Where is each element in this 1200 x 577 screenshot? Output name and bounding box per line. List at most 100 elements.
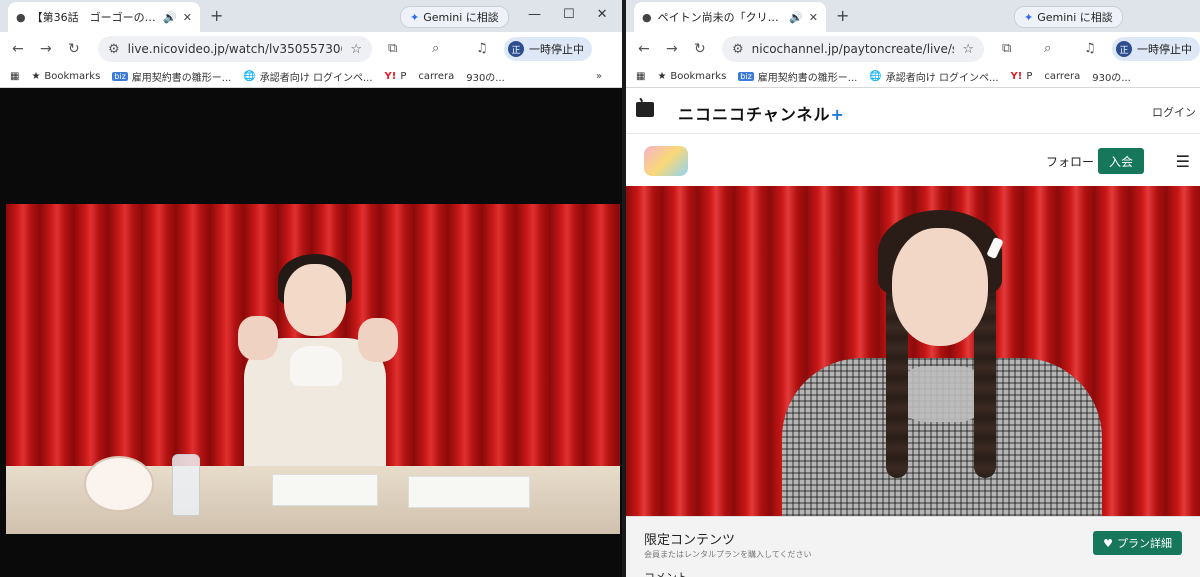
profile-paused-chip[interactable]: 正 一時停止中 <box>1112 37 1200 61</box>
bookmark-item[interactable]: 930の... <box>1092 69 1131 84</box>
script-paper <box>408 476 530 508</box>
tab-bar: ● 【第36話 ゴーゴーのんっ！】 🔊 ✕ + ✦ Gemini に相談 — ☐… <box>0 0 622 32</box>
new-tab-button[interactable]: + <box>210 6 223 25</box>
streamer-face <box>284 264 346 336</box>
streamer-face <box>892 228 988 346</box>
bookmark-item[interactable]: ★ Bookmarks <box>657 71 726 82</box>
profile-paused-chip[interactable]: 正 一時停止中 <box>504 37 592 61</box>
right-browser-window: ● ペイトン尚未の「クリエイト倶楽」 🔊 ✕ + ✦ Gemini に相談 ← … <box>626 0 1200 577</box>
audio-playing-icon[interactable]: 🔊 <box>789 11 803 24</box>
biz-icon: biz <box>738 72 754 81</box>
forward-arrow-icon[interactable]: → <box>666 41 678 57</box>
site-header: ニコニコチャンネル+ ログイン <box>626 88 1200 134</box>
site-info-icon[interactable]: ⚙ <box>732 42 744 57</box>
bookmark-star-icon[interactable]: ☆ <box>350 42 362 57</box>
streamer-bow <box>290 346 342 386</box>
maximize-icon[interactable]: ☐ <box>563 7 575 22</box>
bookmark-item[interactable]: ★ Bookmarks <box>31 71 100 82</box>
channel-logo[interactable] <box>644 146 688 176</box>
bookmark-item[interactable]: Y! P <box>385 71 407 82</box>
brand-name: ニコニコチャンネル <box>678 105 831 124</box>
apps-grid-icon[interactable]: ▦ <box>10 71 19 82</box>
media-controls-icon[interactable]: ♫ <box>1084 41 1096 56</box>
bookmark-item[interactable]: carrera <box>1044 71 1080 82</box>
gemini-sparkle-icon: ✦ <box>410 10 420 24</box>
back-arrow-icon[interactable]: ← <box>638 41 650 57</box>
bookmarks-bar: ▦ ★ Bookmarks biz 雇用契約書の雛形ー... 🌐 承認者向け ログイン… <box>0 66 622 88</box>
tab-title: ペイトン尚未の「クリエイト倶楽」 <box>657 11 783 24</box>
bookmark-label: 雇用契約書の雛形ー... <box>757 73 858 84</box>
url-text: nicochannel.jp/paytoncreate/live/smm... <box>751 42 955 56</box>
gemini-button[interactable]: ✦ Gemini に相談 <box>400 6 509 28</box>
left-browser-window: ● 【第36話 ゴーゴーのんっ！】 🔊 ✕ + ✦ Gemini に相談 — ☐… <box>0 0 622 577</box>
url-text: live.nicovideo.jp/watch/lv350557306 <box>127 42 343 56</box>
gemini-button[interactable]: ✦ Gemini に相談 <box>1014 6 1123 28</box>
reload-icon[interactable]: ↻ <box>68 41 80 57</box>
video-frame <box>6 204 620 534</box>
back-arrow-icon[interactable]: ← <box>12 41 24 57</box>
login-link[interactable]: ログイン <box>1152 104 1196 120</box>
tv-icon[interactable] <box>636 102 654 117</box>
bookmark-label: 承認者向け ログインペ... <box>259 73 373 84</box>
tab-close-icon[interactable]: ✕ <box>183 11 192 24</box>
profile-status-label: 一時停止中 <box>1137 43 1192 56</box>
mascot-plush <box>84 456 154 512</box>
bookmark-label: Bookmarks <box>44 71 101 82</box>
tab-close-icon[interactable]: ✕ <box>809 11 818 24</box>
bookmark-star-icon[interactable]: ☆ <box>962 42 974 57</box>
left-hand <box>238 316 278 360</box>
plan-details-label: プラン詳細 <box>1117 537 1172 550</box>
gemini-label: Gemini に相談 <box>423 11 499 24</box>
spray-bottle <box>172 454 200 516</box>
search-tabs-icon[interactable]: ⌕ <box>432 41 439 56</box>
members-only-panel: 限定コンテンツ 会員またはレンタルプランを購入してください ♥ プラン詳細 コメ… <box>626 516 1200 577</box>
brand-plus: + <box>830 105 845 124</box>
bookmark-label: carrera <box>1044 71 1081 82</box>
more-bookmarks-icon[interactable]: » <box>596 71 602 82</box>
close-window-icon[interactable]: ✕ <box>597 7 608 22</box>
avatar: 正 <box>508 41 524 57</box>
bookmark-item[interactable]: biz 雇用契約書の雛形ー... <box>112 69 231 84</box>
bookmark-item[interactable]: carrera <box>418 71 454 82</box>
search-tabs-icon[interactable]: ⌕ <box>1044 41 1051 56</box>
extensions-icon[interactable]: ⧉ <box>1002 41 1011 56</box>
tab-nicovideo-live[interactable]: ● 【第36話 ゴーゴーのんっ！】 🔊 ✕ <box>8 2 200 32</box>
bookmark-item[interactable]: biz 雇用契約書の雛形ー... <box>738 69 857 84</box>
site-info-icon[interactable]: ⚙ <box>108 42 120 57</box>
avatar: 正 <box>1116 41 1132 57</box>
bookmark-label: 雇用契約書の雛形ー... <box>131 73 232 84</box>
bookmark-label: 930の... <box>1092 73 1131 84</box>
brand-logo[interactable]: ニコニコチャンネル+ <box>678 101 845 125</box>
script-paper <box>272 474 378 506</box>
bookmark-item[interactable]: 930の... <box>466 69 505 84</box>
browser-toolbar: ← → ↻ ⚙ live.nicovideo.jp/watch/lv350557… <box>0 32 622 66</box>
streamer-figure <box>782 198 1102 516</box>
bookmark-item[interactable]: 🌐 承認者向け ログインペ... <box>243 69 372 84</box>
right-hand <box>358 318 398 362</box>
audio-playing-icon[interactable]: 🔊 <box>163 11 177 24</box>
reload-icon[interactable]: ↻ <box>694 41 706 57</box>
forward-arrow-icon[interactable]: → <box>40 41 52 57</box>
address-bar[interactable]: ⚙ nicochannel.jp/paytoncreate/live/smm..… <box>722 36 984 62</box>
follow-button[interactable]: フォロー <box>1046 153 1094 170</box>
bookmark-item[interactable]: 🌐 承認者向け ログインペ... <box>869 69 998 84</box>
plan-details-button[interactable]: ♥ プラン詳細 <box>1093 531 1182 555</box>
live-video-player[interactable] <box>626 186 1200 516</box>
window-controls: — ☐ ✕ <box>528 7 608 22</box>
hamburger-menu-icon[interactable]: ☰ <box>1176 152 1190 171</box>
address-bar[interactable]: ⚙ live.nicovideo.jp/watch/lv350557306 ☆ <box>98 36 372 62</box>
minimize-icon[interactable]: — <box>528 7 541 22</box>
bookmark-item[interactable]: Y! P <box>1011 71 1033 82</box>
tab-nicochannel-live[interactable]: ● ペイトン尚未の「クリエイト倶楽」 🔊 ✕ <box>634 2 826 32</box>
apps-grid-icon[interactable]: ▦ <box>636 71 645 82</box>
yahoo-icon: Y! <box>384 71 397 82</box>
tab-bar: ● ペイトン尚未の「クリエイト倶楽」 🔊 ✕ + ✦ Gemini に相談 <box>626 0 1200 32</box>
join-button[interactable]: 入会 <box>1098 148 1144 174</box>
bookmark-star-icon: ★ <box>657 71 667 82</box>
new-tab-button[interactable]: + <box>836 6 849 25</box>
media-controls-icon[interactable]: ♫ <box>476 41 488 56</box>
live-video-player[interactable] <box>0 88 622 577</box>
bookmarks-bar: ▦ ★ Bookmarks biz 雇用契約書の雛形ー... 🌐 承認者向け ログイン… <box>626 66 1200 88</box>
extensions-icon[interactable]: ⧉ <box>388 41 397 56</box>
biz-icon: biz <box>112 72 128 81</box>
